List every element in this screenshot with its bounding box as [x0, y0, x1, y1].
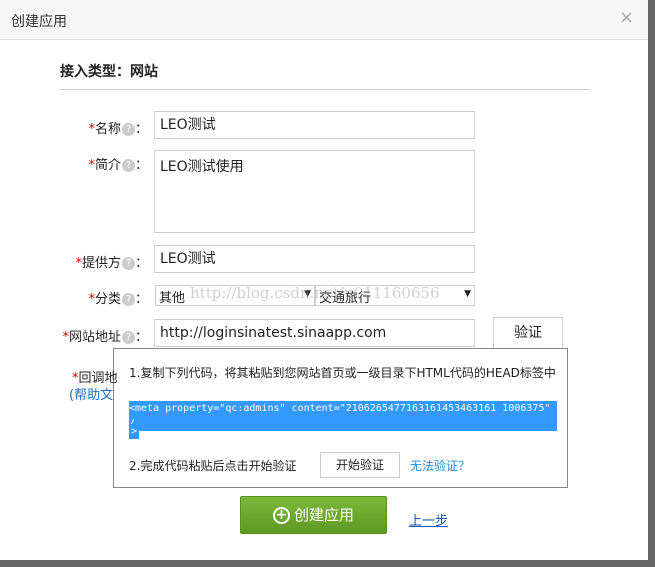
dialog-header: 创建应用 × — [0, 0, 648, 40]
provider-input[interactable]: LEO测试 — [154, 245, 475, 273]
start-verify-button[interactable]: 开始验证 — [320, 452, 400, 478]
meta-code[interactable]: <meta property="qc:admins" content="2106… — [129, 401, 557, 431]
provider-label: *提供方?： — [75, 256, 148, 271]
chevron-down-icon: ▼ — [464, 289, 471, 299]
callback-label: *回调地 — [72, 371, 118, 386]
url-input[interactable]: http://loginsinatest.sinaapp.com — [154, 319, 475, 347]
access-type-heading: 接入类型：网站 — [60, 64, 158, 80]
verify-popover: 1.复制下列代码，将其粘贴到您网站首页或一级目录下HTML代码的HEAD标签中 … — [113, 348, 568, 488]
url-label: *网站地址?： — [62, 330, 148, 345]
previous-step-link[interactable]: 上一步 — [409, 510, 448, 529]
help-icon[interactable]: ? — [121, 293, 135, 306]
dialog-title: 创建应用 — [11, 14, 67, 30]
plus-circle-icon: + — [272, 507, 290, 524]
help-icon[interactable]: ? — [121, 257, 135, 270]
create-app-dialog: 创建应用 × 接入类型：网站 *名称?： LEO测试 *简介?： LEO测试使用… — [0, 0, 648, 560]
help-icon[interactable]: ? — [121, 159, 135, 172]
name-input[interactable]: LEO测试 — [154, 111, 475, 139]
step2-text: 2.完成代码粘贴后点击开始验证 — [129, 459, 297, 473]
name-label: *名称?： — [88, 122, 148, 137]
category-select-2[interactable]: 交通旅行 ▼ — [315, 285, 475, 306]
help-icon[interactable]: ? — [121, 123, 135, 136]
help-doc-link[interactable]: (帮助文 — [69, 384, 113, 403]
step1-text: 1.复制下列代码，将其粘贴到您网站首页或一级目录下HTML代码的HEAD标签中 — [129, 366, 556, 380]
category-select-1[interactable]: 其他 ▼ — [155, 285, 315, 306]
create-app-button[interactable]: + 创建应用 — [240, 496, 387, 534]
close-icon[interactable]: × — [619, 7, 634, 28]
help-icon[interactable]: ? — [121, 331, 135, 344]
chevron-down-icon: ▼ — [304, 289, 311, 299]
cannot-verify-link[interactable]: 无法验证？ — [410, 457, 470, 474]
category-label: *分类?： — [88, 292, 148, 307]
meta-code-end[interactable]: > — [129, 424, 140, 439]
intro-textarea[interactable]: LEO测试使用 — [154, 150, 475, 233]
divider — [60, 89, 590, 90]
verify-button[interactable]: 验证 — [493, 317, 563, 349]
intro-label: *简介?： — [88, 158, 148, 173]
